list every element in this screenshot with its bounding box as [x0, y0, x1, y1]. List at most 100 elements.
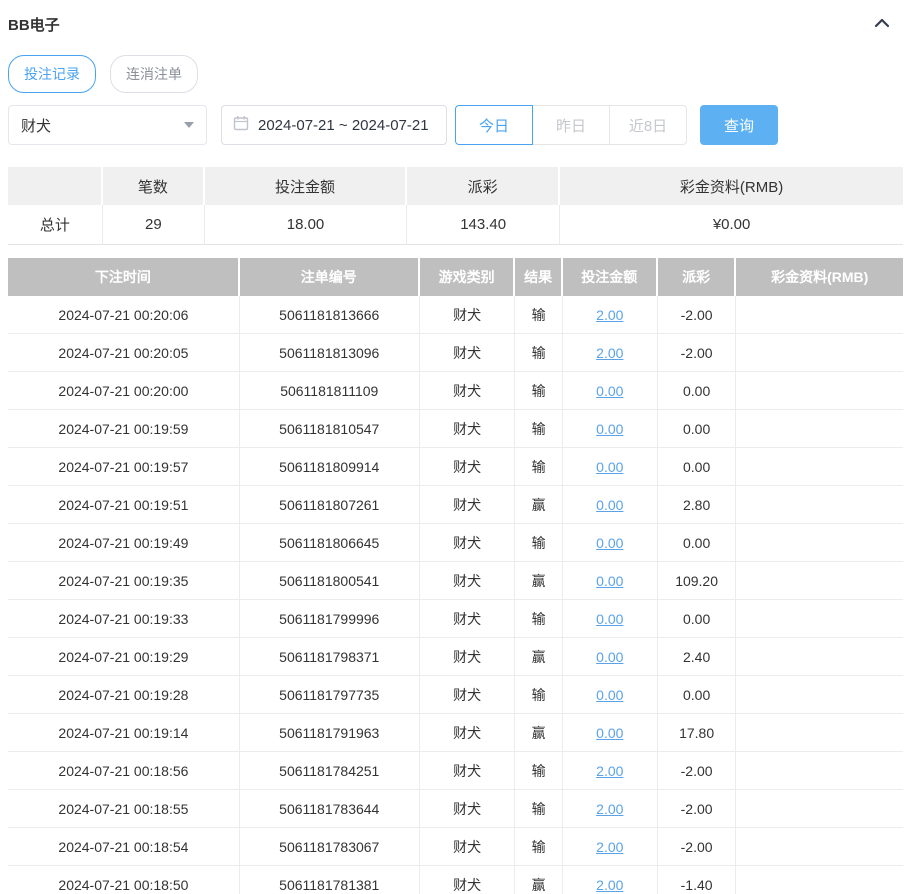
search-button[interactable]: 查询 [700, 105, 778, 145]
bet-amount-link[interactable]: 0.00 [596, 421, 623, 437]
result-cell: 输 [515, 372, 563, 410]
summary-total-bet-amount: 18.00 [204, 205, 408, 245]
game-select-value: 财犬 [21, 117, 52, 135]
order-id-cell: 5061181810547 [239, 410, 420, 448]
bet-records-panel: BB电子 投注记录 连消注单 财犬 2024-07-21 ~ 2024-07-2… [0, 0, 911, 894]
bet-amount-link[interactable]: 0.00 [596, 383, 623, 399]
bonus-cell [736, 448, 903, 486]
order-id-cell: 5061181807261 [239, 486, 420, 524]
table-row: 2024-07-21 00:20:06 5061181813666 财犬输 2.00 -… [8, 296, 903, 334]
bet-time-cell: 2024-07-21 00:19:14 [8, 714, 240, 752]
bet-amount-cell: 0.00 [562, 448, 658, 486]
collapse-button[interactable] [871, 14, 893, 35]
records-header-payout: 派彩 [657, 258, 737, 296]
payout-cell: -1.40 [657, 866, 737, 894]
records-table: 下注时间 注单编号 游戏类别 结果 投注金额 派彩 彩金资料(RMB) 2024… [8, 258, 903, 894]
game-type-cell: 财犬 [419, 334, 516, 372]
bonus-cell [736, 866, 903, 894]
quick-range-today[interactable]: 今日 [455, 105, 533, 145]
payout-cell: -2.00 [657, 752, 737, 790]
bet-amount-link[interactable]: 2.00 [596, 839, 623, 855]
bet-amount-link[interactable]: 2.00 [596, 345, 623, 361]
quick-range-yesterday[interactable]: 昨日 [532, 105, 610, 145]
bet-amount-cell: 0.00 [562, 562, 658, 600]
table-row: 2024-07-21 00:18:55 5061181783644 财犬输 2.00 -… [8, 790, 903, 828]
result-cell: 输 [515, 600, 563, 638]
bet-amount-link[interactable]: 0.00 [596, 535, 623, 551]
bet-amount-link[interactable]: 2.00 [596, 801, 623, 817]
records-header-row: 下注时间 注单编号 游戏类别 结果 投注金额 派彩 彩金资料(RMB) [8, 258, 903, 296]
order-id-cell: 5061181783644 [239, 790, 420, 828]
bet-amount-cell: 2.00 [562, 866, 658, 894]
tab-cancelled-orders[interactable]: 连消注单 [110, 55, 198, 93]
payout-cell: 0.00 [657, 372, 737, 410]
table-row: 2024-07-21 00:19:29 5061181798371 财犬赢 0.00 2… [8, 638, 903, 676]
bet-amount-link[interactable]: 0.00 [596, 649, 623, 665]
game-type-cell: 财犬 [419, 486, 516, 524]
tab-bet-records[interactable]: 投注记录 [8, 55, 96, 93]
bet-time-cell: 2024-07-21 00:19:51 [8, 486, 240, 524]
order-id-cell: 5061181783067 [239, 828, 420, 866]
bet-amount-cell: 0.00 [562, 714, 658, 752]
table-row: 2024-07-21 00:19:51 5061181807261 财犬赢 0.00 2… [8, 486, 903, 524]
order-id-cell: 5061181791963 [239, 714, 420, 752]
bonus-cell [736, 752, 903, 790]
table-row: 2024-07-21 00:19:49 5061181806645 财犬输 0.00 0… [8, 524, 903, 562]
game-type-cell: 财犬 [419, 296, 516, 334]
result-cell: 输 [515, 524, 563, 562]
game-type-cell: 财犬 [419, 372, 516, 410]
tab-bar: 投注记录 连消注单 [8, 55, 903, 93]
bet-amount-link[interactable]: 2.00 [596, 877, 623, 893]
bet-amount-link[interactable]: 0.00 [596, 497, 623, 513]
date-range-value: 2024-07-21 ~ 2024-07-21 [258, 116, 429, 134]
bet-time-cell: 2024-07-21 00:20:06 [8, 296, 240, 334]
bonus-cell [736, 486, 903, 524]
order-id-cell: 5061181784251 [239, 752, 420, 790]
bet-time-cell: 2024-07-21 00:18:50 [8, 866, 240, 894]
bet-time-cell: 2024-07-21 00:18:54 [8, 828, 240, 866]
quick-range-last8days[interactable]: 近8日 [609, 105, 687, 145]
table-row: 2024-07-21 00:19:57 5061181809914 财犬输 0.00 0… [8, 448, 903, 486]
bonus-cell [736, 676, 903, 714]
bet-amount-cell: 2.00 [562, 296, 658, 334]
bet-amount-link[interactable]: 0.00 [596, 573, 623, 589]
date-range-input[interactable]: 2024-07-21 ~ 2024-07-21 [221, 105, 447, 145]
bet-time-cell: 2024-07-21 00:19:49 [8, 524, 240, 562]
bet-amount-link[interactable]: 0.00 [596, 725, 623, 741]
payout-cell: 0.00 [657, 600, 737, 638]
bet-amount-link[interactable]: 0.00 [596, 687, 623, 703]
bonus-cell [736, 714, 903, 752]
table-row: 2024-07-21 00:19:14 5061181791963 财犬赢 0.00 1… [8, 714, 903, 752]
bet-amount-cell: 0.00 [562, 410, 658, 448]
bonus-cell [736, 334, 903, 372]
bet-time-cell: 2024-07-21 00:19:29 [8, 638, 240, 676]
bet-amount-cell: 0.00 [562, 486, 658, 524]
result-cell: 输 [515, 752, 563, 790]
bet-time-cell: 2024-07-21 00:18:55 [8, 790, 240, 828]
order-id-cell: 5061181800541 [239, 562, 420, 600]
order-id-cell: 5061181809914 [239, 448, 420, 486]
calendar-icon [233, 115, 249, 135]
bonus-cell [736, 410, 903, 448]
bonus-cell [736, 828, 903, 866]
table-row: 2024-07-21 00:19:33 5061181799996 财犬输 0.00 0… [8, 600, 903, 638]
bonus-cell [736, 296, 903, 334]
table-row: 2024-07-21 00:20:05 5061181813096 财犬输 2.00 -… [8, 334, 903, 372]
bet-amount-link[interactable]: 0.00 [596, 611, 623, 627]
bonus-cell [736, 524, 903, 562]
summary-header-bet-amount: 投注金额 [204, 167, 408, 205]
chevron-down-icon [184, 122, 194, 128]
bet-amount-link[interactable]: 2.00 [596, 763, 623, 779]
bet-amount-link[interactable]: 2.00 [596, 307, 623, 323]
page-title: BB电子 [8, 17, 60, 34]
result-cell: 赢 [515, 714, 563, 752]
bet-amount-link[interactable]: 0.00 [596, 459, 623, 475]
panel-header: BB电子 [8, 0, 903, 35]
order-id-cell: 5061181811109 [239, 372, 420, 410]
records-header-bet-amount: 投注金额 [562, 258, 658, 296]
game-select[interactable]: 财犬 [8, 105, 207, 145]
table-row: 2024-07-21 00:18:50 5061181781381 财犬赢 2.00 -… [8, 866, 903, 894]
game-type-cell: 财犬 [419, 752, 516, 790]
summary-table: 笔数 投注金额 派彩 彩金资料(RMB) 总计 29 18.00 143.40 … [8, 167, 903, 245]
bet-time-cell: 2024-07-21 00:20:05 [8, 334, 240, 372]
